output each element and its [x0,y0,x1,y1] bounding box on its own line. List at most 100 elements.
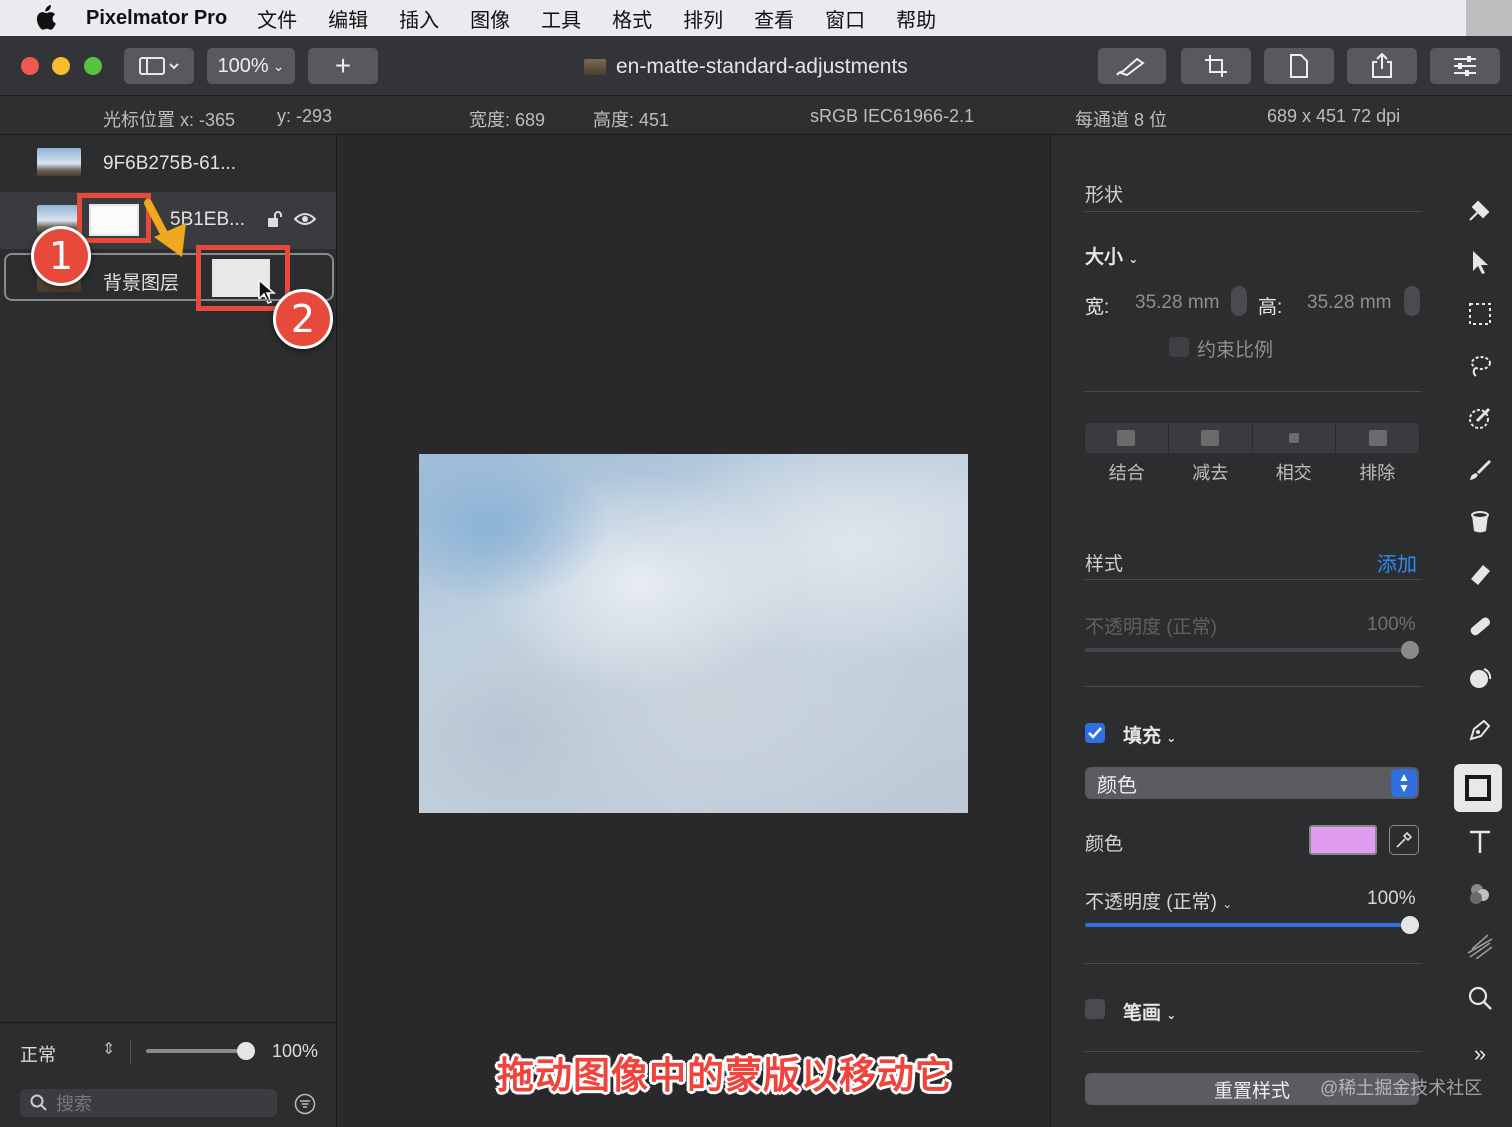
window-toolbar: 100% ⌄ + en-matte-standard-adjustments [0,36,1512,96]
canvas-area[interactable]: 拖动图像中的蒙版以移动它 [337,135,1050,1127]
layer-opacity-knob[interactable] [237,1042,255,1060]
shape-tool-icon[interactable] [1454,764,1502,812]
fill-opacity-slider[interactable] [1085,923,1411,927]
fill-bucket-icon[interactable] [1460,502,1500,542]
fill-label: 填充 [1123,726,1162,747]
minimize-button[interactable] [52,57,70,75]
fill-section-toggle[interactable]: 填充 ⌄ [1123,721,1176,748]
clone-icon[interactable] [1460,658,1500,698]
height-stepper[interactable] [1404,286,1420,316]
add-button[interactable]: + [308,48,378,84]
cursor-y-readout: y: -293 [277,106,333,126]
fill-type-popup[interactable]: 颜色 ▲ ▼ [1085,767,1419,799]
type-tool-icon[interactable] [1460,822,1500,862]
fill-opacity-value: 100% [1367,888,1416,909]
document-info-bar: 光标位置 x: -365 y: -293 宽度: 689 高度: 451 sRG… [0,96,1512,135]
quick-selection-icon[interactable] [1460,398,1500,438]
width-stepper[interactable] [1231,286,1247,316]
menu-insert[interactable]: 插入 [399,4,439,33]
arrange-tool-icon[interactable] [1460,242,1500,282]
eyedropper-icon [1396,831,1413,848]
subtract-button[interactable] [1169,423,1253,453]
adjustments-button[interactable] [1430,48,1500,84]
menu-tools[interactable]: 工具 [541,4,581,33]
intersect-button[interactable] [1253,423,1337,453]
menu-edit[interactable]: 编辑 [328,4,368,33]
opacity-disabled-label: 不透明度 (正常) [1085,617,1217,638]
more-tools-icon[interactable]: » [1460,1034,1500,1074]
menu-format[interactable]: 格式 [612,4,652,33]
crop-button[interactable] [1181,48,1251,84]
plus-icon: + [334,50,352,81]
color-adjust-icon[interactable] [1460,874,1500,914]
menu-file[interactable]: 文件 [257,4,297,33]
subtract-icon [1201,430,1220,446]
watermark: @稀土掘金技术社区 [1320,1078,1483,1098]
combine-label: 结合 [1108,463,1145,483]
fill-opacity-label-text: 不透明度 (正常) [1085,892,1217,913]
width-field[interactable]: 35.28 mm [1135,292,1235,314]
document-button[interactable] [1264,48,1334,84]
sidebar-icon [139,57,179,75]
menu-image[interactable]: 图像 [470,4,510,33]
zoom-icon[interactable] [1460,978,1500,1018]
filter-icon[interactable] [294,1093,316,1120]
updown-chevron-icon[interactable]: ⇕ [102,1039,115,1059]
divider [1085,211,1421,212]
divider [1085,579,1421,580]
canvas-image[interactable] [419,454,968,813]
lasso-tool-icon[interactable] [1460,346,1500,386]
reset-style-label: 重置样式 [1213,1080,1290,1102]
selection-tool-icon[interactable] [1460,294,1500,334]
unlock-icon[interactable] [266,210,284,233]
height-label: 高: [1258,297,1283,318]
close-button[interactable] [21,57,39,75]
style-tool-icon[interactable] [1460,190,1500,230]
repair-icon[interactable] [1460,606,1500,646]
layer-opacity-slider[interactable] [146,1049,246,1053]
style-section-title: 样式 [1085,554,1124,575]
stroke-section-toggle[interactable]: 笔画 ⌄ [1123,998,1176,1025]
menu-help[interactable]: 帮助 [896,4,936,33]
sidebar-toggle-button[interactable] [124,48,194,84]
layer-row[interactable]: 9F6B275B-61... [0,135,336,192]
share-button[interactable] [1347,48,1417,84]
constrain-proportions-checkbox[interactable] [1169,337,1189,357]
stroke-checkbox[interactable] [1085,999,1105,1019]
fill-color-swatch[interactable] [1309,825,1377,855]
visibility-eye-icon[interactable] [293,212,317,231]
exclude-button[interactable] [1336,423,1419,453]
combine-button[interactable] [1085,423,1169,453]
add-style-button[interactable]: 添加 [1377,548,1417,577]
fill-opacity-knob[interactable] [1401,916,1419,934]
disabled-opacity-slider [1085,648,1411,652]
divider [1085,391,1421,392]
layers-footer: 正常 ⇕ 100% 搜索 [0,1022,336,1127]
pen-icon[interactable] [1460,710,1500,750]
document-proxy-icon[interactable] [584,59,606,75]
menu-arrange[interactable]: 排列 [683,4,723,33]
distort-icon[interactable] [1460,926,1500,966]
menu-window[interactable]: 窗口 [825,4,865,33]
blend-mode-select[interactable]: 正常 [20,1041,56,1067]
eyedropper-button[interactable] [1389,825,1419,855]
paint-brush-icon[interactable] [1460,450,1500,490]
eraser-icon[interactable] [1460,554,1500,594]
fill-checkbox[interactable] [1085,723,1105,743]
color-profile-readout: sRGB IEC61966-2.1 [810,106,975,126]
page-icon [1290,54,1308,78]
updown-arrows-icon: ▲ ▼ [1391,769,1417,797]
fill-opacity-label[interactable]: 不透明度 (正常) ⌄ [1085,887,1232,914]
size-section-toggle[interactable]: 大小 ⌄ [1085,242,1138,269]
layer-search-field[interactable]: 搜索 [20,1089,277,1117]
apple-menu-icon[interactable] [30,3,60,33]
app-name-menu[interactable]: Pixelmator Pro [86,7,227,30]
height-field[interactable]: 35.28 mm [1307,292,1405,314]
menu-view[interactable]: 查看 [754,4,794,33]
zoom-window-button[interactable] [84,57,102,75]
combine-icon [1117,430,1136,446]
intersect-icon [1288,433,1299,443]
zoom-menu-button[interactable]: 100% ⌄ [207,48,295,84]
edit-style-button[interactable] [1098,48,1166,84]
intersect-label: 相交 [1275,463,1312,483]
